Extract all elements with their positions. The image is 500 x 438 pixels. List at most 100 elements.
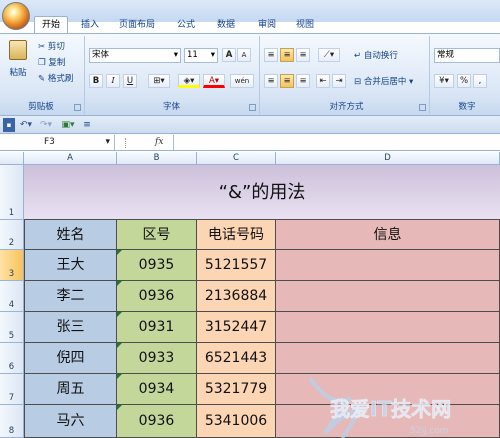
- phonetic-button[interactable]: wén: [230, 74, 254, 88]
- align-top-button[interactable]: ≡: [264, 48, 278, 62]
- merge-icon: ⊟: [354, 77, 362, 87]
- column-header-c[interactable]: C: [197, 152, 276, 165]
- undo-icon[interactable]: ↶▾: [18, 118, 34, 132]
- percent-button[interactable]: %: [457, 74, 471, 88]
- tab-ribbon-1[interactable]: 插入: [73, 17, 107, 33]
- number-as-text-indicator-icon: [117, 281, 122, 286]
- header-cell[interactable]: 姓名: [24, 220, 117, 250]
- select-all-corner[interactable]: [0, 152, 24, 165]
- table-cell[interactable]: [276, 281, 500, 312]
- align-left-icon: ≡: [267, 76, 275, 86]
- save-icon[interactable]: ▪: [3, 118, 15, 132]
- office-button[interactable]: [2, 2, 30, 30]
- table-cell[interactable]: 0936: [117, 281, 197, 312]
- align-center-button[interactable]: ≡: [280, 74, 294, 88]
- tab-ribbon-3[interactable]: 公式: [168, 17, 204, 33]
- group-divider: [259, 36, 260, 114]
- font-name-dropdown[interactable]: 宋体 ▾: [89, 48, 181, 63]
- table-cell[interactable]: [276, 343, 500, 374]
- row-header-4[interactable]: 4: [0, 281, 24, 312]
- tab-ribbon-6[interactable]: 视图: [288, 17, 322, 33]
- orientation-button[interactable]: ⟋▾: [318, 48, 340, 62]
- table-cell[interactable]: 5121557: [197, 250, 276, 281]
- font-launcher-icon[interactable]: [249, 104, 256, 111]
- align-left-button[interactable]: ≡: [264, 74, 278, 88]
- bold-button[interactable]: B: [89, 74, 103, 88]
- row-header-3[interactable]: 3: [0, 250, 24, 281]
- table-cell[interactable]: 5341006: [197, 405, 276, 438]
- table-cell[interactable]: [276, 374, 500, 405]
- table-cell[interactable]: 李二: [24, 281, 117, 312]
- font-color-button[interactable]: A▾: [203, 74, 225, 88]
- currency-button[interactable]: ¥▾: [434, 74, 454, 88]
- column-header-a[interactable]: A: [24, 152, 117, 165]
- paste-button[interactable]: 粘贴: [6, 38, 30, 86]
- wrap-text-button[interactable]: ↵ 自动换行: [354, 49, 398, 64]
- grow-font-button[interactable]: A: [222, 48, 236, 62]
- merge-center-button[interactable]: ⊟ 合并后居中 ▾: [354, 75, 413, 90]
- column-header-b[interactable]: B: [117, 152, 197, 165]
- table-cell[interactable]: [276, 250, 500, 281]
- row-header-6[interactable]: 6: [0, 343, 24, 374]
- tab-ribbon-2[interactable]: 页面布局: [112, 17, 162, 33]
- number-as-text-indicator-icon: [117, 374, 122, 379]
- align-middle-button[interactable]: ≡: [280, 48, 294, 62]
- insert-function-button[interactable]: fx: [155, 135, 173, 150]
- copy-button[interactable]: ❐ 复制: [38, 56, 65, 71]
- row-header-7[interactable]: 7: [0, 374, 24, 405]
- align-right-button[interactable]: ≡: [296, 74, 310, 88]
- align-middle-icon: ≡: [283, 50, 291, 60]
- table-cell[interactable]: 王大: [24, 250, 117, 281]
- borders-icon: ⊞▾: [153, 76, 165, 86]
- formula-input[interactable]: [173, 135, 500, 150]
- redo-icon[interactable]: ↷▾: [38, 118, 54, 132]
- cut-button[interactable]: ✂ 剪切: [38, 40, 65, 55]
- header-cell[interactable]: 电话号码: [197, 220, 276, 250]
- header-cell[interactable]: 信息: [276, 220, 500, 250]
- table-cell[interactable]: 马六: [24, 405, 117, 438]
- header-cell[interactable]: 区号: [117, 220, 197, 250]
- clipboard-launcher-icon[interactable]: [74, 104, 81, 111]
- row-header-2[interactable]: 2: [0, 220, 24, 250]
- table-cell[interactable]: 3152447: [197, 312, 276, 343]
- table-cell[interactable]: 0931: [117, 312, 197, 343]
- name-box[interactable]: F3 ▾: [0, 135, 115, 150]
- table-cell[interactable]: 周五: [24, 374, 117, 405]
- align-bottom-button[interactable]: ≡: [296, 48, 310, 62]
- row-header-5[interactable]: 5: [0, 312, 24, 343]
- table-cell[interactable]: 0934: [117, 374, 197, 405]
- table-cell[interactable]: 张三: [24, 312, 117, 343]
- orientation-icon: ⟋▾: [323, 50, 335, 60]
- table-cell[interactable]: 5321779: [197, 374, 276, 405]
- font-size-dropdown[interactable]: 11 ▾: [184, 48, 218, 63]
- number-format-dropdown[interactable]: 常规: [434, 48, 500, 63]
- alignment-launcher-icon[interactable]: [419, 104, 426, 111]
- fill-color-button[interactable]: ◈▾: [178, 74, 200, 88]
- print-preview-icon[interactable]: ▣▾: [60, 118, 76, 132]
- comma-style-button[interactable]: ,: [473, 74, 487, 88]
- table-cell[interactable]: 0936: [117, 405, 197, 438]
- decrease-indent-button[interactable]: ⇤: [316, 74, 330, 88]
- tab-ribbon-4[interactable]: 数据: [208, 17, 244, 33]
- tab-home[interactable]: 开始: [34, 16, 68, 34]
- table-cell[interactable]: 0935: [117, 250, 197, 281]
- borders-button[interactable]: ⊞▾: [148, 74, 170, 88]
- sheet-title-cell[interactable]: “&”的用法: [24, 165, 500, 220]
- table-cell[interactable]: 2136884: [197, 281, 276, 312]
- table-cell[interactable]: 倪四: [24, 343, 117, 374]
- table-cell[interactable]: 6521443: [197, 343, 276, 374]
- shrink-font-button[interactable]: A: [237, 48, 251, 62]
- tab-ribbon-5[interactable]: 审阅: [250, 17, 284, 33]
- column-header-d[interactable]: D: [276, 152, 500, 165]
- table-cell[interactable]: [276, 405, 500, 438]
- italic-button[interactable]: I: [106, 74, 120, 88]
- row-header-1[interactable]: 1: [0, 165, 24, 220]
- customize-qat-icon[interactable]: ≡: [82, 118, 92, 132]
- table-cell[interactable]: [276, 312, 500, 343]
- align-right-icon: ≡: [299, 76, 307, 86]
- underline-button[interactable]: U: [123, 74, 137, 88]
- format-painter-button[interactable]: ✎ 格式刷: [38, 72, 73, 87]
- increase-indent-button[interactable]: ⇥: [332, 74, 346, 88]
- table-cell[interactable]: 0933: [117, 343, 197, 374]
- row-header-8[interactable]: 8: [0, 405, 24, 438]
